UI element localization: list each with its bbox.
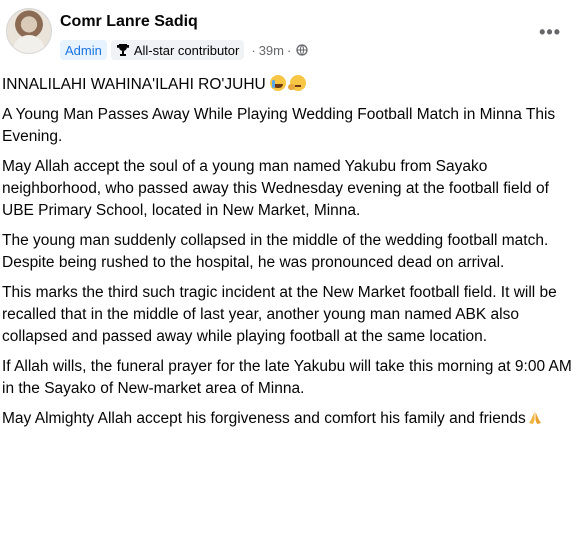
all-star-badge-label: All-star contributor <box>133 42 240 58</box>
post-paragraph: A Young Man Passes Away While Playing We… <box>2 106 556 145</box>
avatar-figure <box>13 35 45 53</box>
post-paragraph: This marks the third such tragic inciden… <box>2 284 557 345</box>
facebook-post: Comr Lanre Sadiq Admin All-star contribu… <box>0 0 581 542</box>
praying-hands-icon <box>528 412 541 424</box>
paragraph-text: May Almighty Allah accept his forgivenes… <box>2 410 526 427</box>
post-paragraph: INNALILAHI WAHINA'ILAHI RO'JUHU <box>2 74 574 96</box>
post-paragraph: If Allah wills, the funeral prayer for t… <box>2 358 572 397</box>
post-content: INNALILAHI WAHINA'ILAHI RO'JUHU A Young … <box>2 74 574 438</box>
author-name[interactable]: Comr Lanre Sadiq <box>60 13 198 31</box>
meta-separator: · <box>286 42 292 58</box>
thinking-face-icon <box>287 75 306 91</box>
post-paragraph: The young man suddenly collapsed in the … <box>2 232 549 271</box>
trophy-icon <box>116 44 129 56</box>
meta-separator: · <box>251 42 256 58</box>
paragraph-text: INNALILAHI WAHINA'ILAHI RO'JUHU <box>2 76 266 93</box>
crying-face-icon <box>269 75 286 91</box>
author-avatar[interactable] <box>6 8 52 54</box>
post-paragraph: May Allah accept the soul of a young man… <box>2 158 549 219</box>
globe-icon[interactable] <box>296 44 308 56</box>
post-paragraph: May Almighty Allah accept his forgivenes… <box>2 408 574 430</box>
admin-badge[interactable]: Admin <box>60 40 107 60</box>
all-star-badge[interactable]: All-star contributor <box>110 40 245 60</box>
post-meta: Admin All-star contributor · 39m · <box>60 39 308 61</box>
more-options-button[interactable]: ••• <box>539 22 561 43</box>
post-time[interactable]: 39m <box>259 43 284 58</box>
